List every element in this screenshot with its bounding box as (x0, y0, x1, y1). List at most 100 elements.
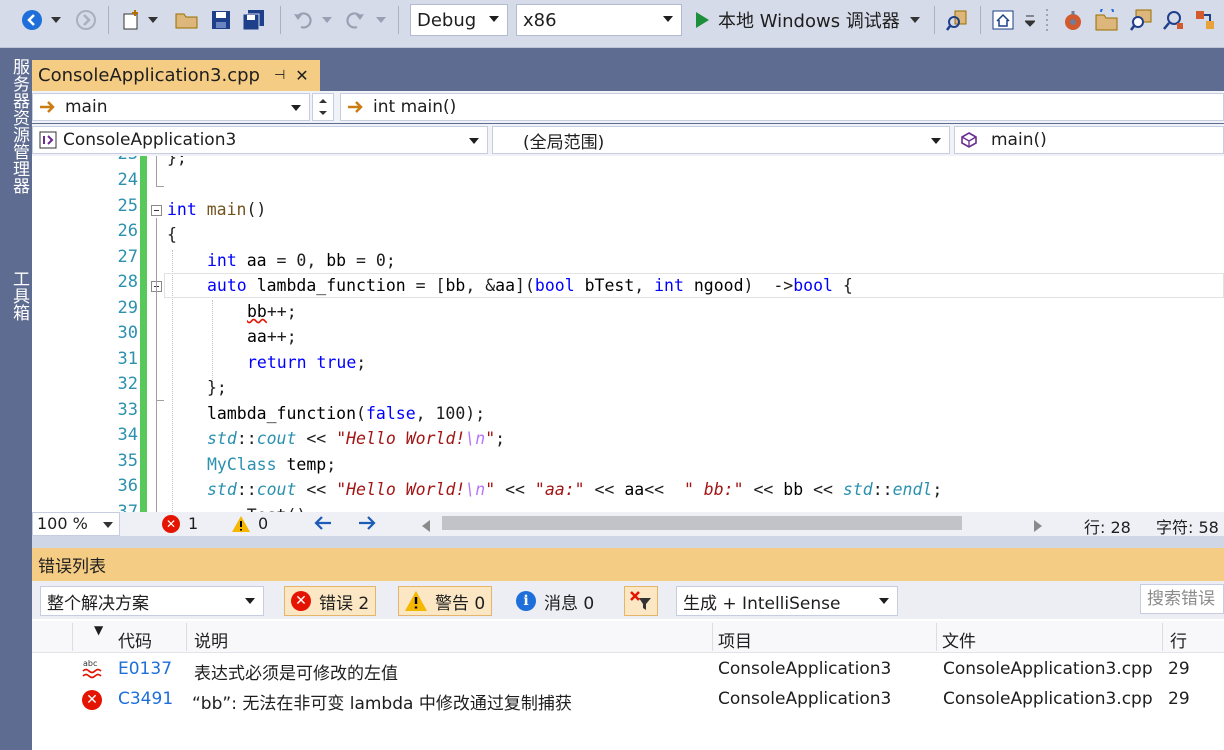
search-folder-icon[interactable] (1128, 6, 1154, 34)
main-toolbar: Debug x86 本地 Windows 调试器 (0, 0, 1224, 48)
code-line: 29 bb++; (117, 298, 297, 321)
code-line: 27 int aa = 0, bb = 0; (117, 247, 396, 270)
scope-dropdown-left[interactable]: main (32, 93, 310, 121)
scope-filter-dropdown[interactable]: 整个解决方案 (40, 586, 264, 616)
back-dropdown-icon[interactable] (48, 6, 64, 34)
tab-console-application-cpp[interactable]: ConsoleApplication3.cpp ⊣ ✕ (32, 60, 320, 91)
zoom-value: 100 % (37, 514, 88, 533)
save-icon[interactable] (208, 6, 234, 34)
scroll-right-icon[interactable] (1034, 517, 1042, 536)
messages-filter-button[interactable]: i 消息 0 (510, 586, 600, 616)
global-scope-dropdown[interactable]: (全局范围) (492, 126, 950, 154)
filter-build-button[interactable] (624, 586, 658, 616)
svg-text:abc: abc (83, 659, 97, 668)
sort-icon[interactable]: ▼ (94, 623, 103, 637)
platform-dropdown[interactable]: x86 (516, 4, 682, 36)
back-icon[interactable] (20, 6, 44, 34)
scope-filter-value: 整个解决方案 (47, 593, 149, 614)
debugger-label: 本地 Windows 调试器 (718, 11, 900, 32)
error-search-input[interactable]: 搜索错误 (1140, 584, 1224, 614)
undo-dropdown-icon[interactable] (320, 6, 334, 34)
code-line: 36 std::cout << "Hello World!\n" << "aa:"… (117, 476, 943, 499)
forward-icon[interactable] (74, 6, 98, 34)
error-icon: ✕ (82, 689, 102, 710)
previous-issue-icon[interactable] (314, 515, 332, 535)
sync-folder-icon[interactable] (1094, 6, 1120, 34)
performance-profiler-icon[interactable] (1060, 6, 1086, 34)
error-row[interactable]: ✕ C3491 “bb”: 无法在非可变 lambda 中修改通过复制捕获 Co… (32, 685, 1224, 715)
toolbox-tab[interactable]: 工具箱 (7, 270, 32, 321)
error-code-link[interactable]: E0137 (118, 659, 172, 679)
close-icon[interactable]: ✕ (295, 66, 308, 85)
project-value: ConsoleApplication3 (63, 130, 237, 150)
source-filter-value: 生成 + IntelliSense (683, 593, 841, 614)
code-line: 34 std::cout << "Hello World!\n"; (117, 425, 506, 448)
project-dropdown[interactable]: ConsoleApplication3 (32, 126, 488, 154)
member-value: main() (991, 130, 1047, 150)
redo-icon[interactable] (342, 6, 368, 34)
filter-error-icon (630, 591, 651, 610)
arrow-right-icon (348, 101, 363, 113)
warnings-filter-button[interactable]: 警告 0 (398, 586, 493, 616)
global-scope-value: (全局范围) (523, 132, 605, 153)
error-line: 29 (1168, 659, 1190, 679)
error-code-link[interactable]: C3491 (118, 689, 173, 709)
code-line: 33 lambda_function(false, 100); (117, 400, 486, 423)
home-icon[interactable] (990, 6, 1016, 34)
toolbar-options-icon[interactable] (1022, 6, 1038, 34)
code-line: 24 (117, 170, 138, 190)
arrow-right-icon (40, 101, 55, 113)
code-line: 26{ (117, 221, 177, 244)
error-icon: ✕ (291, 591, 311, 611)
source-filter-dropdown[interactable]: 生成 + IntelliSense (676, 586, 898, 616)
error-search-placeholder: 搜索错误 (1147, 589, 1215, 609)
member-dropdown[interactable]: main() (954, 126, 1224, 154)
toolbar-grip[interactable] (1044, 6, 1050, 34)
member-navigation-bar: ConsoleApplication3 (全局范围) main() (32, 124, 1224, 156)
code-line: 32}; (117, 374, 227, 397)
warning-icon (405, 591, 427, 611)
code-editor[interactable]: 23}; 24 25int main() 26{ 27int aa = 0, b… (32, 156, 1224, 512)
configuration-dropdown[interactable]: Debug (410, 4, 508, 36)
class-view-icon[interactable] (1192, 6, 1218, 34)
error-count-value: 1 (188, 514, 199, 533)
warning-count[interactable]: 0 (232, 514, 268, 533)
left-tool-rail: 服务器资源管理器 工具箱 (0, 48, 32, 750)
undo-icon[interactable] (290, 6, 316, 34)
scope-dropdown-right[interactable]: int main() (340, 93, 1224, 121)
column-file[interactable]: 文件 (942, 627, 976, 652)
horizontal-scrollbar-thumb[interactable] (442, 516, 962, 530)
pin-icon[interactable]: ⊣ (274, 68, 285, 83)
error-list-title: 错误列表 (38, 557, 106, 577)
redo-dropdown-icon[interactable] (374, 6, 388, 34)
code-line: 25 int main() (117, 196, 267, 219)
scroll-left-icon[interactable] (422, 517, 430, 536)
column-description[interactable]: 说明 (194, 627, 228, 652)
play-icon (696, 12, 709, 28)
zoom-dropdown[interactable]: 100 % (32, 512, 120, 536)
error-list-toolbar: 整个解决方案 ✕ 错误 2 警告 0 i 消息 0 生成 + IntelliSe… (32, 581, 1224, 619)
new-dropdown-icon[interactable] (146, 6, 160, 34)
open-folder-icon[interactable] (174, 6, 200, 34)
next-issue-icon[interactable] (358, 515, 376, 535)
error-count[interactable]: ✕ 1 (162, 514, 198, 533)
code-line: 31 return true; (117, 349, 367, 372)
server-explorer-tab[interactable]: 服务器资源管理器 (7, 58, 32, 194)
find-symbol-icon[interactable] (1160, 6, 1186, 34)
warnings-filter-label: 警告 0 (435, 593, 486, 614)
column-code[interactable]: 代码 (118, 627, 152, 652)
error-description: “bb”: 无法在非可变 lambda 中修改通过复制捕获 (192, 694, 572, 714)
start-debugger-button[interactable]: 本地 Windows 调试器 (694, 6, 930, 34)
error-project: ConsoleApplication3 (718, 659, 892, 679)
new-project-icon[interactable] (118, 6, 144, 34)
scope-spinner[interactable] (312, 93, 334, 121)
column-line[interactable]: 行 (1170, 627, 1187, 652)
save-all-icon[interactable] (240, 6, 268, 34)
error-row[interactable]: abc E0137 表达式必须是可修改的左值 ConsoleApplicatio… (32, 655, 1224, 685)
column-project[interactable]: 项目 (718, 627, 752, 652)
find-in-files-icon[interactable] (944, 6, 970, 34)
errors-filter-button[interactable]: ✕ 错误 2 (284, 586, 377, 616)
error-file: ConsoleApplication3.cpp (943, 659, 1153, 679)
error-icon: ✕ (162, 514, 180, 533)
error-list-title-bar: 错误列表 (32, 548, 1224, 581)
